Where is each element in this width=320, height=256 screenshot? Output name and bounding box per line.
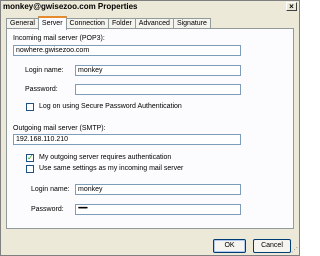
checkmark-icon: ✓: [27, 153, 34, 162]
incoming-login-input[interactable]: monkey: [75, 65, 241, 76]
spa-checkbox[interactable]: [26, 103, 34, 111]
ok-button[interactable]: OK: [213, 239, 246, 253]
outgoing-login-input[interactable]: monkey: [75, 184, 241, 195]
incoming-server-input[interactable]: nowhere.gwisezoo.com: [13, 45, 241, 56]
outgoing-password-input[interactable]: ••••••••: [75, 204, 241, 215]
same-settings-checkbox[interactable]: [26, 165, 34, 173]
incoming-login-label: Login name:: [25, 67, 64, 74]
incoming-header: Incoming mail server (POP3):: [13, 35, 105, 42]
tab-server[interactable]: Server: [37, 16, 67, 30]
same-settings-label: Use same settings as my incoming mail se…: [39, 165, 184, 172]
outgoing-header: Outgoing mail server (SMTP):: [13, 125, 106, 132]
properties-window: monkey@gwisezoo.com Properties × General…: [0, 0, 300, 256]
window-title: monkey@gwisezoo.com Properties: [3, 2, 138, 11]
outgoing-password-label: Password:: [31, 206, 64, 213]
incoming-password-label: Password:: [25, 86, 58, 93]
auth-checkbox[interactable]: ✓: [26, 154, 34, 162]
resize-grip-icon[interactable]: ⋰: [291, 247, 298, 254]
close-button[interactable]: ×: [286, 2, 297, 11]
spa-label: Log on using Secure Password Authenticat…: [39, 103, 182, 110]
server-tab-panel: Incoming mail server (POP3): nowhere.gwi…: [6, 28, 294, 229]
incoming-password-input[interactable]: [75, 84, 241, 95]
title-bar[interactable]: monkey@gwisezoo.com Properties ×: [1, 1, 299, 13]
outgoing-server-input[interactable]: 192.168.110.210: [13, 134, 241, 145]
cancel-button[interactable]: Cancel: [253, 239, 291, 253]
outgoing-login-label: Login name:: [31, 186, 70, 193]
auth-label: My outgoing server requires authenticati…: [39, 154, 172, 161]
